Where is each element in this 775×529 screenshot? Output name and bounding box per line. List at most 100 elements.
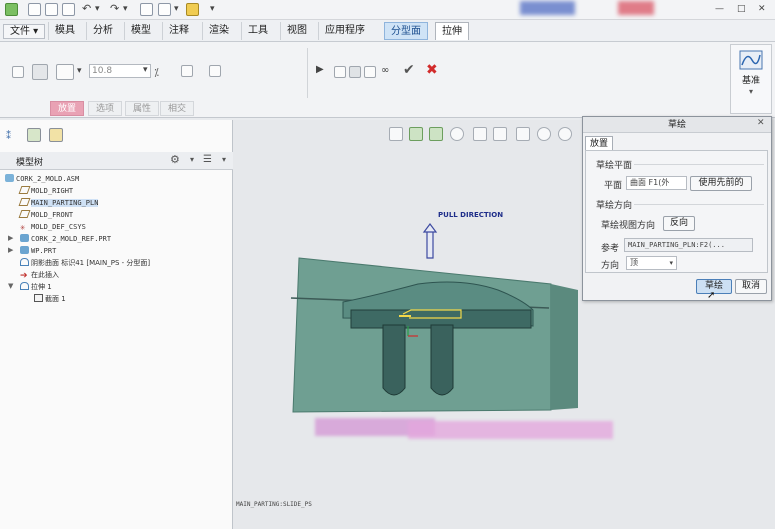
- collapse-arrow-icon[interactable]: ▼: [8, 282, 13, 290]
- ribbon-tab-properties[interactable]: 属性: [125, 101, 160, 116]
- verify-icon[interactable]: [364, 66, 376, 78]
- thicken-icon[interactable]: [181, 65, 193, 77]
- zoom-out-icon[interactable]: [558, 127, 572, 141]
- glasses-icon[interactable]: ∞: [381, 65, 389, 76]
- tree-item-insert-here[interactable]: ➔ 在此插入: [20, 269, 59, 281]
- cancel-x-icon[interactable]: ✖: [426, 62, 438, 78]
- maximize-icon[interactable]: □: [737, 4, 746, 14]
- tree-item-extrude[interactable]: 拉伸 1: [20, 281, 52, 293]
- part-icon: [20, 234, 29, 242]
- tab-view[interactable]: 视图: [280, 22, 313, 40]
- preview-icon[interactable]: [349, 66, 361, 78]
- app-icon[interactable]: [5, 3, 18, 16]
- regenerate-icon[interactable]: [140, 3, 153, 16]
- new-icon[interactable]: [28, 3, 41, 16]
- part-icon: [20, 246, 29, 254]
- window-icon[interactable]: [158, 3, 171, 16]
- datum-group-button[interactable]: 基准 ▾: [730, 44, 772, 114]
- pull-direction-arrow-icon: [422, 223, 438, 259]
- use-previous-button[interactable]: 使用先前的: [690, 176, 752, 191]
- surface-icon: [20, 258, 29, 266]
- save-icon[interactable]: [62, 3, 75, 16]
- expand-arrow-icon[interactable]: ▶: [8, 234, 13, 242]
- depth-dropdown-icon[interactable]: ▾: [77, 66, 82, 76]
- annotation-display-icon[interactable]: [493, 127, 507, 141]
- undo-dropdown-icon[interactable]: ▾: [95, 4, 100, 14]
- tree-view-icon[interactable]: ⁑: [6, 131, 11, 142]
- quick-access-toolbar: ↶ ▾ ↷ ▾ ▾ ▾ — □ ✕: [0, 0, 775, 20]
- datum-plane-icon: [18, 198, 31, 206]
- tree-item-ref-part[interactable]: CORK_2_MOLD_REF.PRT: [20, 233, 111, 245]
- orientation-group-label: 草绘方向: [596, 201, 633, 211]
- tree-item-label: MOLD_FRONT: [31, 211, 74, 219]
- options-icon[interactable]: [209, 65, 221, 77]
- tree-item-shadow-surface[interactable]: 阴影曲面 标识41 [MAIN_PS - 分型面]: [20, 257, 150, 269]
- saved-views-icon[interactable]: [389, 127, 403, 141]
- remove-material-icon[interactable]: [56, 64, 74, 80]
- spin-center-icon[interactable]: [450, 127, 464, 141]
- file-menu[interactable]: 文件 ▾: [3, 24, 46, 39]
- direction-value: 顶: [630, 258, 638, 267]
- tab-mold[interactable]: 模具: [48, 22, 81, 40]
- tree-columns-icon[interactable]: ☰: [203, 154, 212, 165]
- close-icon[interactable]: ✕: [758, 4, 766, 14]
- tab-annotate[interactable]: 注释: [162, 22, 195, 40]
- flip-depth-icon[interactable]: ⁒: [154, 66, 166, 79]
- folder-icon[interactable]: [186, 3, 199, 16]
- redo-icon[interactable]: ↷: [110, 2, 119, 15]
- tree-item-mold-def-csys[interactable]: ✳ MOLD_DEF_CSYS: [20, 221, 86, 233]
- tab-render[interactable]: 渲染: [202, 22, 235, 40]
- no-preview-icon[interactable]: [334, 66, 346, 78]
- open-icon[interactable]: [45, 3, 58, 16]
- zoom-in-icon[interactable]: [537, 127, 551, 141]
- ribbon-tab-placement[interactable]: 放置: [50, 101, 85, 116]
- tree-item-main-parting-pln[interactable]: MAIN_PARTING_PLN: [18, 197, 99, 209]
- tree-item-mold-front[interactable]: MOLD_FRONT: [18, 209, 74, 221]
- surface-icon[interactable]: [32, 64, 48, 80]
- orient-icon[interactable]: [473, 127, 487, 141]
- sketch-icon: [34, 294, 43, 302]
- minimize-icon[interactable]: —: [715, 4, 724, 14]
- refit-icon[interactable]: [516, 127, 530, 141]
- tree-item-section[interactable]: 截面 1: [34, 293, 66, 305]
- tab-applications[interactable]: 应用程序: [318, 22, 371, 40]
- tree-settings-icon[interactable]: ⚙: [170, 153, 180, 166]
- tab-model[interactable]: 模型: [124, 22, 157, 40]
- dialog-tab-placement[interactable]: 放置: [585, 136, 613, 151]
- datum-display-icon[interactable]: [409, 127, 423, 141]
- customize-dropdown-icon[interactable]: ▾: [210, 4, 215, 14]
- tree-settings-dropdown-icon[interactable]: ▾: [190, 155, 194, 164]
- redo-dropdown-icon[interactable]: ▾: [123, 4, 128, 14]
- layers-icon[interactable]: [27, 128, 41, 142]
- tree-title: 模型树: [16, 158, 44, 168]
- datum-display-icon-2[interactable]: [429, 127, 443, 141]
- tab-parting-surface[interactable]: 分型面: [384, 22, 428, 40]
- ribbon-tab-intersect[interactable]: 相交: [160, 101, 195, 116]
- tab-extrude[interactable]: 拉伸: [435, 22, 469, 40]
- tree-item-label: MAIN_PARTING_PLN: [31, 199, 99, 207]
- ok-check-icon[interactable]: ✔: [403, 62, 415, 78]
- tree-item-assembly[interactable]: CORK_2_MOLD.ASM: [5, 173, 79, 185]
- tab-tools[interactable]: 工具: [241, 22, 274, 40]
- pause-play-icon[interactable]: ▶: [316, 64, 324, 75]
- dialog-close-icon[interactable]: ✕: [757, 118, 765, 128]
- tree-columns-dropdown-icon[interactable]: ▾: [222, 155, 226, 164]
- tree-item-mold-right[interactable]: MOLD_RIGHT: [18, 185, 73, 197]
- expand-arrow-icon[interactable]: ▶: [8, 246, 13, 254]
- group-divider: [634, 204, 764, 205]
- flip-button[interactable]: 反向: [663, 216, 695, 231]
- direction-select[interactable]: 顶 ▾: [626, 256, 677, 270]
- plane-field[interactable]: 曲面 F1(外: [626, 176, 687, 190]
- direction-label: 方向: [601, 261, 620, 271]
- undo-icon[interactable]: ↶: [82, 2, 91, 15]
- window-dropdown-icon[interactable]: ▾: [174, 4, 179, 14]
- cancel-button[interactable]: 取消: [735, 279, 767, 294]
- depth-value-input[interactable]: 10.8: [89, 64, 151, 78]
- ribbon-tab-options[interactable]: 选项: [88, 101, 123, 116]
- reference-field[interactable]: MAIN_PARTING_PLN:F2(...: [624, 238, 753, 252]
- favorites-icon[interactable]: [49, 128, 63, 142]
- depth-value-dropdown-icon[interactable]: ▾: [143, 65, 148, 75]
- solid-icon[interactable]: [12, 66, 24, 78]
- tab-analysis[interactable]: 分析: [86, 22, 119, 40]
- tree-item-wp-part[interactable]: WP.PRT: [20, 245, 56, 257]
